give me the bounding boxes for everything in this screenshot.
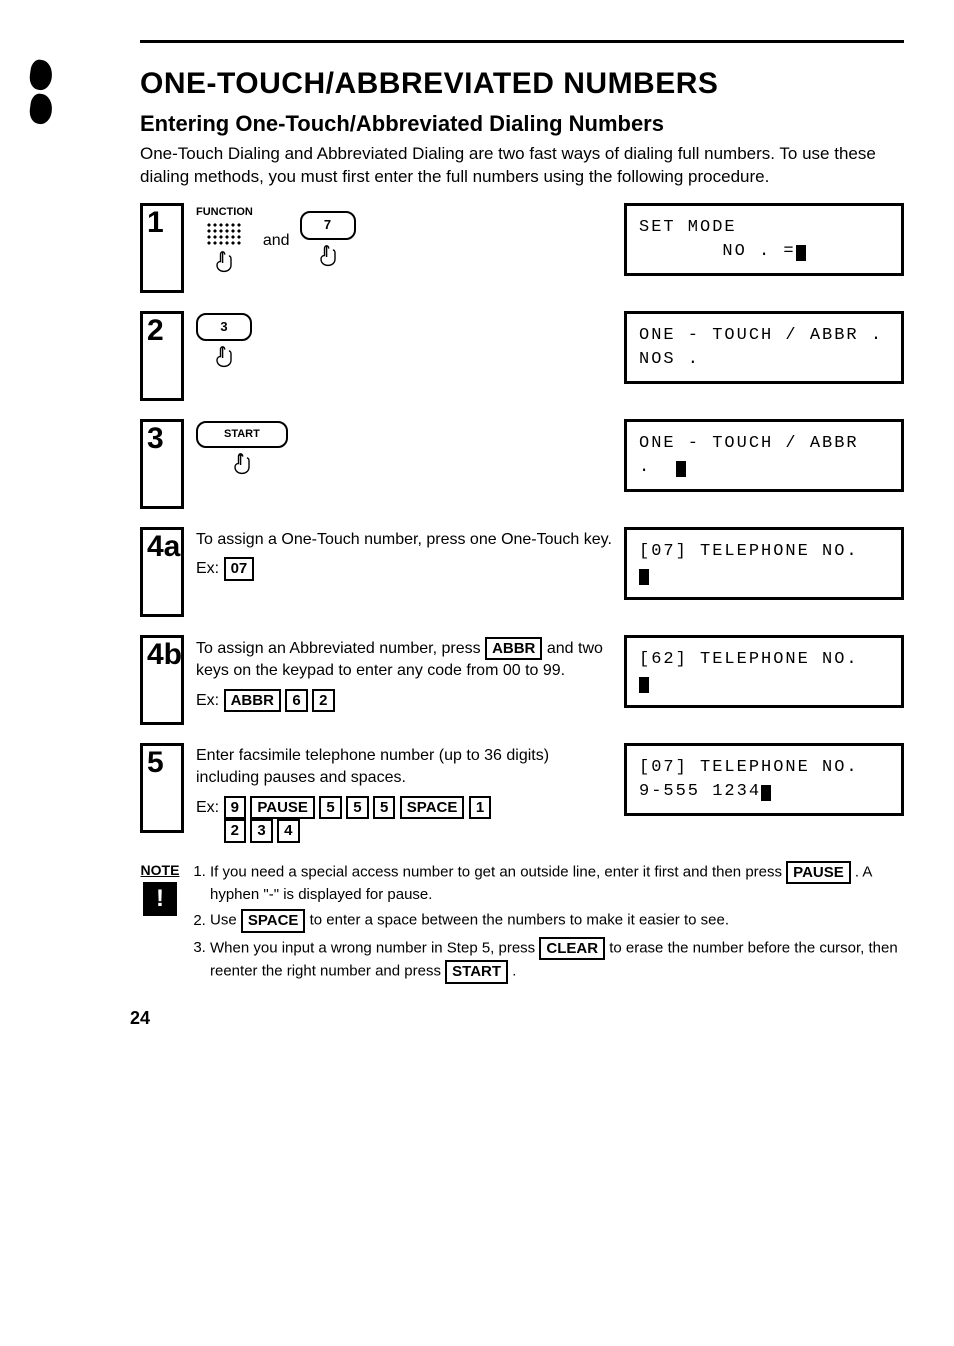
step-2: 2 3 ONE - TOUCH / ABBR . NOS .	[140, 311, 904, 401]
intro-text: One-Touch Dialing and Abbreviated Dialin…	[140, 143, 904, 189]
key-6: 6	[285, 689, 307, 713]
hand-icon	[210, 248, 238, 278]
key-07: 07	[224, 557, 255, 581]
note-label: NOTE	[140, 861, 180, 881]
note-block: NOTE ! If you need a special access numb…	[140, 861, 904, 988]
key-start: START	[445, 960, 508, 984]
key-pause: PAUSE	[786, 861, 851, 885]
page-title: ONE-TOUCH/ABBREVIATED NUMBERS	[140, 67, 904, 101]
step-text: To assign an Abbreviated number, press A…	[196, 637, 612, 683]
note-item: Use SPACE to enter a space between the n…	[210, 909, 904, 933]
key-1: 1	[469, 796, 491, 820]
key-space: SPACE	[241, 909, 306, 933]
hand-icon	[210, 343, 238, 373]
cursor-icon	[639, 677, 649, 693]
lcd-display: [62] TELEPHONE NO.	[624, 635, 904, 709]
cursor-icon	[676, 461, 686, 477]
cursor-icon	[639, 569, 649, 585]
lcd-display: [07] TELEPHONE NO. 9-555 1234	[624, 743, 904, 817]
note-item: When you input a wrong number in Step 5,…	[210, 937, 904, 984]
step-text: Enter facsimile telephone number (up to …	[196, 745, 612, 790]
key-abbr: ABBR	[485, 637, 542, 661]
exclamation-icon: !	[143, 882, 177, 916]
key-abbr: ABBR	[224, 689, 281, 713]
step-text: To assign a One-Touch number, press one …	[196, 529, 612, 551]
cursor-icon	[796, 245, 806, 261]
and-label: and	[263, 230, 290, 252]
lcd-display: ONE - TOUCH / ABBR . NOS .	[624, 311, 904, 385]
key-2: 2	[224, 819, 246, 843]
binding-marks	[30, 60, 60, 128]
step-1: 1 FUNCTION and 7 SET MODE NO . =	[140, 203, 904, 293]
function-keypad-icon: FUNCTION	[196, 205, 253, 278]
step-4a: 4a To assign a One-Touch number, press o…	[140, 527, 904, 617]
step-number: 4b	[140, 635, 184, 725]
key-5: 5	[319, 796, 341, 820]
page-number: 24	[130, 1008, 904, 1029]
key-space: SPACE	[400, 796, 465, 820]
step-3: 3 START ONE - TOUCH / ABBR .	[140, 419, 904, 509]
hand-icon	[314, 242, 342, 272]
lcd-display: SET MODE NO . =	[624, 203, 904, 277]
key-3: 3	[250, 819, 272, 843]
key-5: 5	[346, 796, 368, 820]
section-title: Entering One-Touch/Abbreviated Dialing N…	[140, 111, 904, 137]
note-item: If you need a special access number to g…	[210, 861, 904, 906]
key-2: 2	[312, 689, 334, 713]
key-pause: PAUSE	[250, 796, 315, 820]
step-number: 1	[140, 203, 184, 293]
lcd-display: ONE - TOUCH / ABBR .	[624, 419, 904, 493]
step-5: 5 Enter facsimile telephone number (up t…	[140, 743, 904, 843]
hand-icon	[228, 450, 256, 480]
step-number: 5	[140, 743, 184, 833]
key-4: 4	[277, 819, 299, 843]
lcd-display: [07] TELEPHONE NO.	[624, 527, 904, 601]
step-4b: 4b To assign an Abbreviated number, pres…	[140, 635, 904, 725]
step-number: 4a	[140, 527, 184, 617]
key-3: 3	[196, 313, 252, 373]
step-number: 2	[140, 311, 184, 401]
top-rule	[140, 40, 904, 43]
key-5: 5	[373, 796, 395, 820]
key-9: 9	[224, 796, 246, 820]
key-7: 7	[300, 211, 356, 271]
key-clear: CLEAR	[539, 937, 605, 961]
cursor-icon	[761, 785, 771, 801]
step-number: 3	[140, 419, 184, 509]
key-start: START	[196, 421, 288, 480]
